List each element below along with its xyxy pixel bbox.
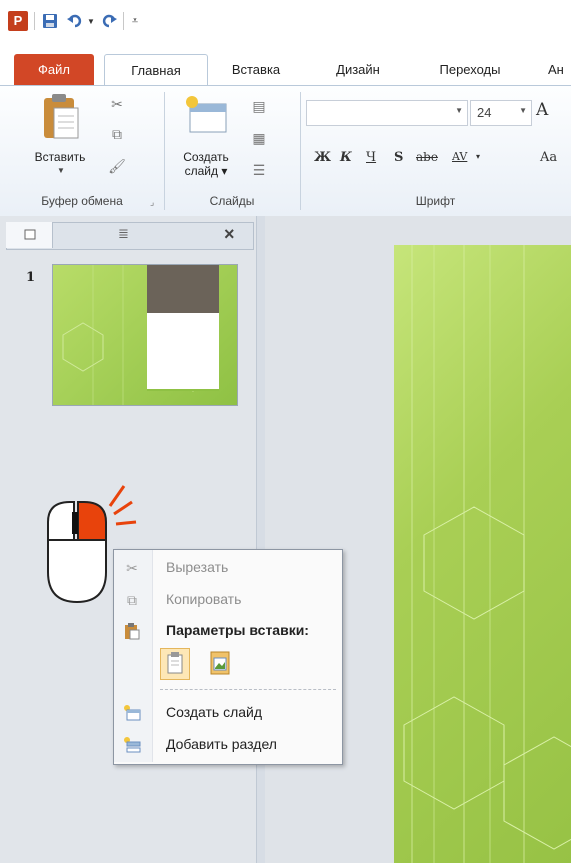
paste-dropdown-icon[interactable]: ▼	[57, 166, 65, 175]
group-separator	[164, 92, 165, 210]
paste-button[interactable]: Вставить	[24, 150, 96, 164]
tab-home[interactable]: Главная	[104, 54, 208, 87]
group-separator	[300, 92, 301, 210]
cut-icon: ✂	[126, 559, 138, 576]
menu-item-add-section[interactable]: Добавить раздел	[166, 736, 277, 752]
paste-as-picture-button[interactable]	[206, 648, 234, 678]
qat-divider	[123, 12, 124, 30]
qat-divider	[34, 12, 35, 30]
tab-slides[interactable]	[6, 222, 53, 248]
italic-button[interactable]: К	[340, 150, 352, 165]
menu-item-new-slide[interactable]: Создать слайд	[166, 704, 262, 720]
close-pane-icon[interactable]: ×	[224, 224, 235, 245]
redo-icon[interactable]	[100, 11, 118, 31]
paste-use-destination-theme-button[interactable]	[160, 648, 190, 680]
slide-canvas[interactable]	[394, 245, 571, 863]
font-size-dropdown-icon[interactable]: ▼	[519, 106, 527, 115]
new-slide-label-line1: Создать	[183, 150, 229, 164]
tab-outline[interactable]: ≣	[118, 226, 129, 242]
paste-options-icon	[122, 622, 142, 640]
new-slide-button[interactable]: Создать слайд ▾	[174, 150, 238, 178]
layout-icon[interactable]: ▤	[250, 98, 268, 114]
underline-button[interactable]: Ч	[366, 150, 376, 165]
clipboard-launcher-icon[interactable]: ⌟	[150, 197, 154, 208]
font-group-label: Шрифт	[415, 194, 456, 208]
add-section-icon	[122, 736, 142, 754]
tab-insert[interactable]: Вставка	[216, 54, 296, 86]
tab-transitions[interactable]: Переходы	[420, 54, 520, 86]
change-case-button[interactable]: Aa	[540, 150, 557, 165]
new-slide-label-text: слайд	[184, 164, 219, 178]
slide-number: 1	[26, 270, 36, 285]
undo-icon[interactable]	[66, 11, 84, 31]
menu-item-cut[interactable]: Вырезать	[166, 559, 228, 575]
new-slide-icon	[122, 704, 142, 722]
font-size-combobox[interactable]: 24 ▼	[470, 100, 532, 126]
clipboard-paste-icon[interactable]	[40, 92, 80, 142]
strikethrough-button[interactable]: abe	[416, 150, 438, 164]
tab-design[interactable]: Дизайн	[318, 54, 398, 86]
new-slide-label-line2: слайд ▾	[184, 164, 228, 178]
shadow-button[interactable]: S	[394, 150, 403, 165]
font-name-dropdown-icon[interactable]: ▼	[455, 106, 463, 115]
slides-group-label: Слайды	[209, 194, 255, 208]
slide-thumbnail[interactable]	[52, 264, 238, 406]
grow-font-icon[interactable]: A	[536, 100, 548, 120]
font-size-value: 24	[477, 105, 492, 120]
tab-animations[interactable]: Ан	[548, 54, 571, 86]
save-icon[interactable]	[40, 11, 60, 31]
customize-qat-icon[interactable]: ⩡	[128, 11, 142, 31]
menu-separator	[160, 689, 336, 690]
font-name-combobox[interactable]: ▼	[306, 100, 468, 126]
section-icon[interactable]: ☰	[250, 162, 268, 178]
context-menu-gutter	[114, 550, 153, 762]
format-painter-icon[interactable]: 🖌	[108, 158, 126, 174]
character-spacing-button[interactable]: AV	[452, 150, 467, 163]
clipboard-group-label: Буфер обмена	[41, 194, 123, 208]
undo-dropdown-icon[interactable]: ▼	[86, 11, 96, 31]
powerpoint-app-icon[interactable]: P	[8, 11, 28, 31]
menu-item-copy[interactable]: Копировать	[166, 591, 241, 607]
character-spacing-dropdown-icon[interactable]: ▾	[476, 152, 480, 161]
new-slide-icon[interactable]	[184, 94, 230, 138]
tab-file[interactable]: Файл	[14, 54, 94, 86]
paste-options-header: Параметры вставки:	[166, 622, 309, 638]
copy-icon: ⧉	[127, 591, 137, 608]
bold-button[interactable]: Ж	[314, 150, 331, 165]
copy-icon[interactable]: ⧉	[108, 126, 126, 142]
cut-icon[interactable]: ✂	[108, 96, 126, 112]
reset-icon[interactable]: ▦	[250, 130, 268, 146]
